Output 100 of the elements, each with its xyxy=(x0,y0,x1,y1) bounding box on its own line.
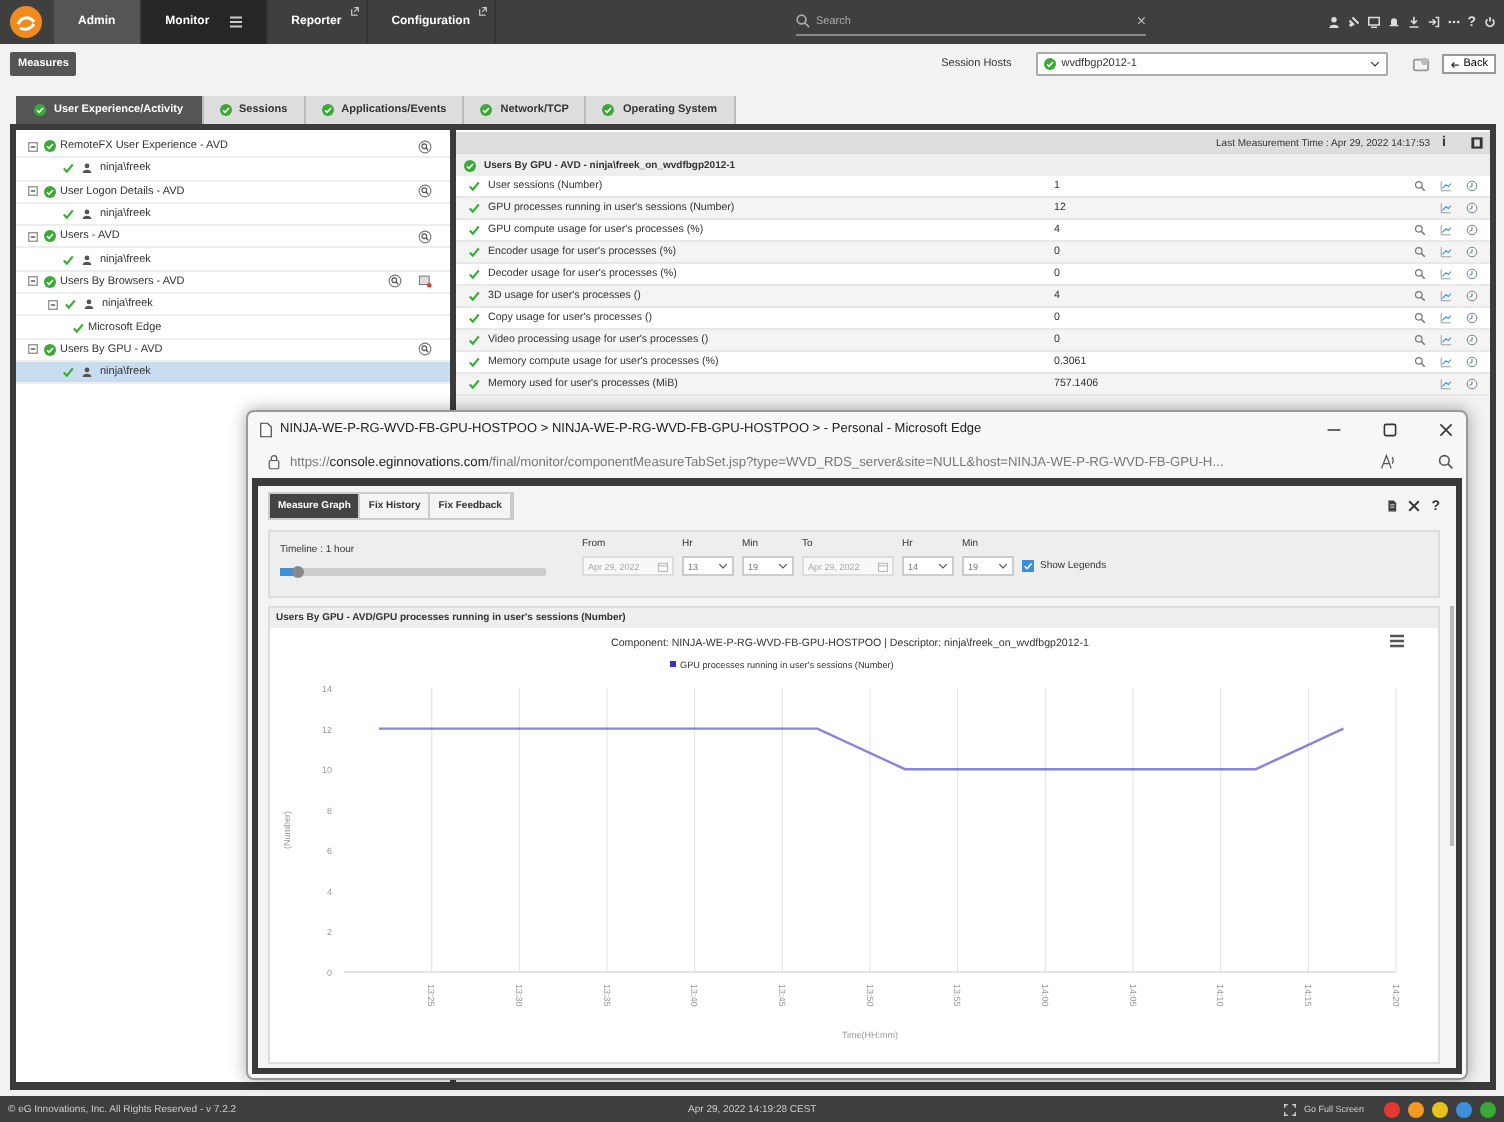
zoom-icon[interactable] xyxy=(1438,454,1454,470)
caret-icon xyxy=(1369,60,1380,68)
line-chart-icon[interactable] xyxy=(1440,224,1452,236)
history-icon[interactable] xyxy=(1466,334,1478,346)
user-icon xyxy=(82,208,92,221)
collapse-icon[interactable] xyxy=(28,186,38,197)
details-icon[interactable] xyxy=(418,139,432,154)
collapse-icon[interactable] xyxy=(28,141,38,152)
line-chart-icon[interactable] xyxy=(1440,268,1452,280)
line-chart-icon[interactable] xyxy=(1440,312,1452,324)
close-icon[interactable] xyxy=(1438,421,1454,437)
document-icon[interactable] xyxy=(1385,500,1398,512)
ok-tick-icon xyxy=(62,253,74,266)
ok-tick-icon xyxy=(468,268,480,280)
monitor-icon[interactable] xyxy=(1367,16,1380,28)
user-icon xyxy=(84,298,94,311)
search-icon[interactable] xyxy=(1414,312,1426,324)
ok-tick-icon xyxy=(62,208,74,221)
external-link-icon xyxy=(478,6,489,16)
details-icon[interactable] xyxy=(418,229,432,244)
search-icon[interactable] xyxy=(1414,224,1426,236)
timeline-slider[interactable] xyxy=(280,568,546,576)
caret-icon xyxy=(718,562,728,570)
history-icon[interactable] xyxy=(1466,312,1478,324)
caret-icon xyxy=(778,562,788,570)
ok-tick-icon xyxy=(64,298,76,311)
show-legends-checkbox[interactable] xyxy=(1022,560,1034,572)
full-screen-icon[interactable] xyxy=(1283,1103,1296,1115)
collapse-icon[interactable] xyxy=(28,344,38,355)
ok-tick-icon xyxy=(62,162,74,175)
alert-report-icon[interactable] xyxy=(418,274,432,289)
link-icon[interactable] xyxy=(1347,16,1360,28)
ok-tick-icon xyxy=(468,224,480,236)
page-icon xyxy=(260,421,272,437)
line-chart-icon[interactable] xyxy=(1440,356,1452,368)
maximize-icon[interactable] xyxy=(1382,421,1398,437)
ok-status-icon xyxy=(34,104,46,116)
user-icon xyxy=(82,366,92,379)
ok-tick-icon xyxy=(468,334,480,346)
line-chart-icon[interactable] xyxy=(1440,202,1452,214)
search-icon[interactable] xyxy=(1414,180,1426,192)
collapse-icon[interactable] xyxy=(28,231,38,242)
ok-status-icon xyxy=(44,140,56,153)
ok-tick-icon xyxy=(468,180,480,192)
history-icon[interactable] xyxy=(1466,246,1478,258)
alarm-status-dot[interactable] xyxy=(1384,1101,1400,1117)
alarm-status-dot[interactable] xyxy=(1408,1101,1424,1117)
line-chart-icon[interactable] xyxy=(1440,334,1452,346)
caret-icon xyxy=(998,562,1008,570)
lock-icon[interactable] xyxy=(268,454,280,470)
details-icon[interactable] xyxy=(418,342,432,357)
alarm-status-dot[interactable] xyxy=(1456,1101,1472,1117)
history-icon[interactable] xyxy=(1466,356,1478,368)
user-icon[interactable] xyxy=(1327,16,1340,28)
monitor-settings-icon[interactable] xyxy=(1411,55,1430,73)
ok-status-icon xyxy=(44,343,56,356)
history-icon[interactable] xyxy=(1466,290,1478,302)
search-icon xyxy=(796,14,811,28)
download-icon[interactable] xyxy=(1407,16,1420,28)
search-icon[interactable] xyxy=(1414,334,1426,346)
line-chart-icon[interactable] xyxy=(1440,378,1452,390)
grid-icon[interactable] xyxy=(229,16,242,28)
ok-status-icon xyxy=(1043,58,1056,70)
line-chart-icon[interactable] xyxy=(1440,180,1452,192)
alarm-status-dot[interactable] xyxy=(1480,1101,1496,1117)
back-arrow-icon xyxy=(1449,59,1460,69)
ok-tick-icon xyxy=(468,312,480,324)
history-icon[interactable] xyxy=(1466,378,1478,390)
search-icon[interactable] xyxy=(1414,290,1426,302)
alarm-status-dot[interactable] xyxy=(1432,1101,1448,1117)
collapse-icon[interactable] xyxy=(48,299,58,310)
sign-in-icon[interactable] xyxy=(1427,16,1440,28)
line-chart-icon[interactable] xyxy=(1440,290,1452,302)
collapse-icon[interactable] xyxy=(28,276,38,287)
ok-status-icon xyxy=(44,275,56,288)
search-icon[interactable] xyxy=(1414,268,1426,280)
history-icon[interactable] xyxy=(1466,268,1478,280)
chart-menu-icon[interactable] xyxy=(1388,634,1406,648)
line-chart-icon[interactable] xyxy=(1440,246,1452,258)
details-icon[interactable] xyxy=(388,274,402,289)
user-icon xyxy=(82,162,92,175)
caret-icon xyxy=(938,562,948,570)
ok-status-icon xyxy=(44,230,56,243)
ok-status-icon xyxy=(480,104,493,116)
clear-search-button[interactable]: × xyxy=(1136,12,1147,30)
read-aloud-icon[interactable] xyxy=(1380,454,1396,470)
slider-handle[interactable] xyxy=(292,566,305,578)
search-icon[interactable] xyxy=(1414,246,1426,258)
power-icon[interactable] xyxy=(1484,16,1496,28)
history-icon[interactable] xyxy=(1466,202,1478,214)
bell-icon[interactable] xyxy=(1387,16,1400,28)
ok-tick-icon xyxy=(468,290,480,302)
history-icon[interactable] xyxy=(1466,224,1478,236)
ok-tick-icon xyxy=(72,321,84,334)
ok-status-icon xyxy=(44,185,56,198)
more-icon[interactable] xyxy=(1447,16,1460,28)
history-icon[interactable] xyxy=(1466,180,1478,192)
search-icon[interactable] xyxy=(1414,356,1426,368)
details-icon[interactable] xyxy=(418,184,432,199)
ok-tick-icon xyxy=(62,366,74,379)
